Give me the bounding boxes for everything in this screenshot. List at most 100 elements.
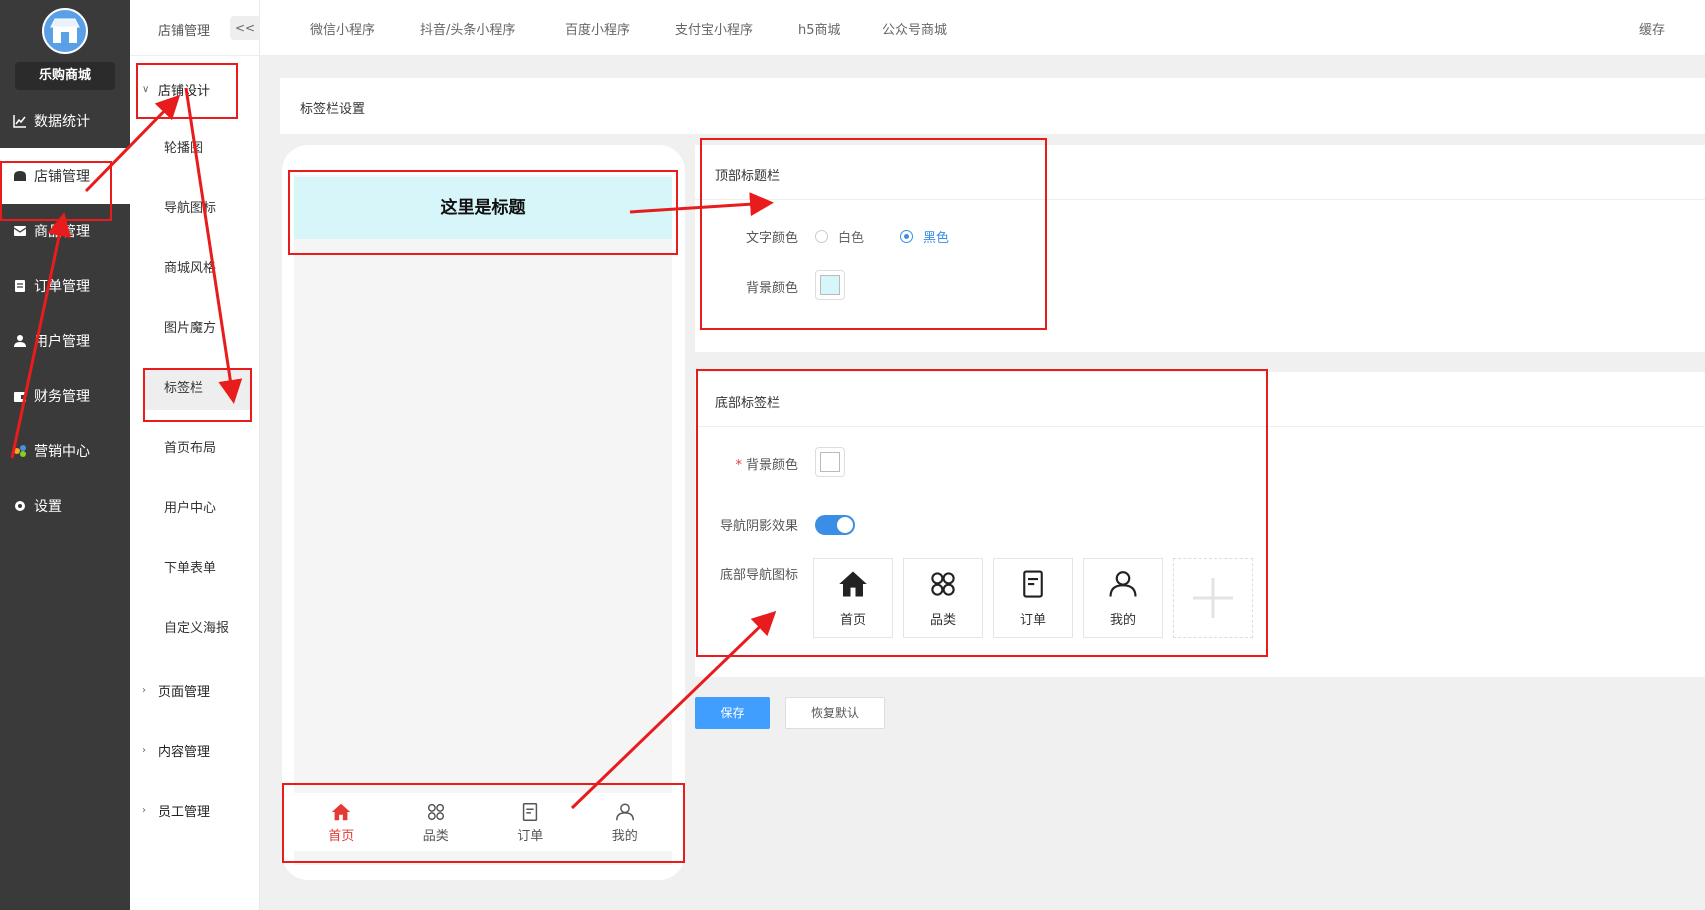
phone-tab-label: 订单 — [517, 828, 544, 844]
subnav-item-user-center[interactable]: 用户中心 — [144, 488, 250, 530]
radio-label: 黑色 — [923, 231, 950, 246]
main-sidebar: 乐购商城 数据统计 店铺管理 商品管理 订单管理 用户管理 财务管理 营销中心 … — [0, 0, 130, 910]
color-swatch — [820, 275, 840, 295]
mail-icon — [12, 223, 28, 239]
tab-alipay[interactable]: 支付宝小程序 — [675, 19, 753, 38]
order-icon — [523, 802, 538, 821]
section-header: 标签栏设置 — [280, 78, 1705, 134]
tab-douyin[interactable]: 抖音/头条小程序 — [420, 19, 515, 38]
nav-item-orders[interactable]: 订单管理 — [0, 258, 130, 314]
subnav-group-pages[interactable]: › 页面管理 — [142, 681, 210, 700]
radio-white[interactable]: 白色 — [815, 227, 864, 246]
cache-button[interactable]: 缓存 — [1639, 19, 1665, 38]
subnav-item-poster[interactable]: 自定义海报 — [144, 608, 250, 650]
phone-tabbar[interactable]: 首页 品类 订单 我的 — [294, 793, 672, 851]
store-icon — [12, 168, 28, 184]
nav-item-label: 营销中心 — [34, 444, 90, 460]
phone-tab-label: 首页 — [328, 828, 355, 844]
subnav-title: 店铺管理 — [158, 24, 211, 39]
collapse-button[interactable]: << — [230, 16, 260, 40]
icon-card-label: 订单 — [1019, 612, 1046, 628]
user-icon — [12, 333, 28, 349]
panel-title: 底部标签栏 — [715, 396, 781, 411]
phone-tab-label: 品类 — [422, 828, 449, 844]
bg-color-picker[interactable] — [815, 447, 845, 477]
nav-item-label: 商品管理 — [34, 224, 90, 240]
chevron-right-icon: › — [142, 745, 146, 756]
required-mark: * — [735, 458, 742, 473]
tab-baidu[interactable]: 百度小程序 — [565, 19, 630, 38]
icon-card-home[interactable]: 首页 — [813, 558, 893, 638]
bg-color-picker[interactable] — [815, 270, 845, 300]
clipboard-icon — [12, 278, 28, 294]
bottom-tabbar-panel: 底部标签栏 * 背景颜色 导航阴影效果 底部导航图标 首页 品类 订单 我的 — [695, 372, 1705, 677]
order-icon — [1023, 569, 1043, 598]
bg-color-label: 背景颜色 — [745, 281, 798, 296]
chevron-down-icon: ∨ — [142, 84, 150, 95]
nav-item-finance[interactable]: 财务管理 — [0, 368, 130, 424]
phone-screen — [294, 175, 672, 865]
subnav-group-label: 店铺设计 — [158, 84, 211, 99]
subnav-group-content[interactable]: › 内容管理 — [142, 741, 210, 760]
subnav-group-label: 内容管理 — [158, 745, 211, 760]
phone-tab-mine[interactable]: 我的 — [578, 793, 673, 851]
nav-item-products[interactable]: 商品管理 — [0, 203, 130, 259]
subnav-item-carousel[interactable]: 轮播图 — [144, 128, 250, 170]
icon-card-category[interactable]: 品类 — [903, 558, 983, 638]
icon-card-orders[interactable]: 订单 — [993, 558, 1073, 638]
subnav-item-image-cube[interactable]: 图片魔方 — [144, 308, 250, 350]
gear-icon — [12, 498, 28, 514]
shadow-toggle[interactable] — [815, 515, 855, 535]
icon-card-mine[interactable]: 我的 — [1083, 558, 1163, 638]
nav-item-label: 设置 — [34, 499, 62, 515]
phone-tab-home[interactable]: 首页 — [294, 793, 389, 851]
icons-label: 底部导航图标 — [719, 568, 798, 583]
nav-item-marketing[interactable]: 营销中心 — [0, 423, 130, 479]
shadow-label: 导航阴影效果 — [719, 519, 798, 534]
phone-tab-orders[interactable]: 订单 — [483, 793, 578, 851]
divider — [695, 199, 1705, 200]
tab-h5[interactable]: h5商城 — [798, 19, 841, 38]
wallet-icon — [12, 388, 28, 404]
chevron-right-icon: › — [142, 805, 146, 816]
label-text: 背景颜色 — [745, 458, 798, 473]
subnav-group-staff[interactable]: › 员工管理 — [142, 801, 210, 820]
phone-tab-category[interactable]: 品类 — [389, 793, 484, 851]
subnav-item-tabbar[interactable]: 标签栏 — [144, 368, 250, 410]
reset-default-button[interactable]: 恢复默认 — [785, 697, 885, 729]
subnav-group-store-design[interactable]: ∨ 店铺设计 — [142, 80, 210, 99]
nav-item-statistics[interactable]: 数据统计 — [0, 93, 130, 149]
nav-item-label: 订单管理 — [34, 279, 90, 295]
nav-item-label: 店铺管理 — [34, 169, 90, 185]
save-button[interactable]: 保存 — [695, 697, 770, 729]
chevron-right-icon: › — [142, 685, 146, 696]
phone-tab-label: 我的 — [611, 828, 638, 844]
add-icon-button[interactable] — [1173, 558, 1253, 638]
nav-item-label: 用户管理 — [34, 334, 90, 350]
chart-line-icon — [12, 113, 28, 129]
nav-item-store[interactable]: 店铺管理 — [0, 148, 130, 204]
platform-tabs-bar: 微信小程序 抖音/头条小程序 百度小程序 支付宝小程序 h5商城 公众号商城 缓… — [260, 0, 1705, 56]
user-icon — [1109, 570, 1137, 597]
category-icon — [427, 803, 444, 820]
icon-card-label: 品类 — [929, 612, 956, 628]
nav-item-users[interactable]: 用户管理 — [0, 313, 130, 369]
phone-preview: 这里是标题 首页 品类 订单 我的 — [282, 145, 685, 880]
brand-name: 乐购商城 — [15, 62, 115, 90]
radio-label: 白色 — [838, 231, 865, 246]
subnav-item-style[interactable]: 商城风格 — [144, 248, 250, 290]
tab-official-account[interactable]: 公众号商城 — [882, 19, 947, 38]
icon-card-label: 我的 — [1109, 612, 1136, 628]
divider — [695, 426, 1705, 427]
subnav-group-label: 员工管理 — [158, 805, 211, 820]
tab-wechat[interactable]: 微信小程序 — [310, 19, 375, 38]
text-color-label: 文字颜色 — [745, 231, 798, 246]
phone-title-bar[interactable]: 这里是标题 — [294, 177, 672, 239]
radio-black[interactable]: 黑色 — [900, 227, 949, 246]
subnav-item-nav-icons[interactable]: 导航图标 — [144, 188, 250, 230]
radio-dot — [900, 230, 913, 243]
nav-item-settings[interactable]: 设置 — [0, 478, 130, 534]
subnav-item-order-form[interactable]: 下单表单 — [144, 548, 250, 590]
category-icon — [931, 571, 955, 596]
subnav-item-home-layout[interactable]: 首页布局 — [144, 428, 250, 470]
